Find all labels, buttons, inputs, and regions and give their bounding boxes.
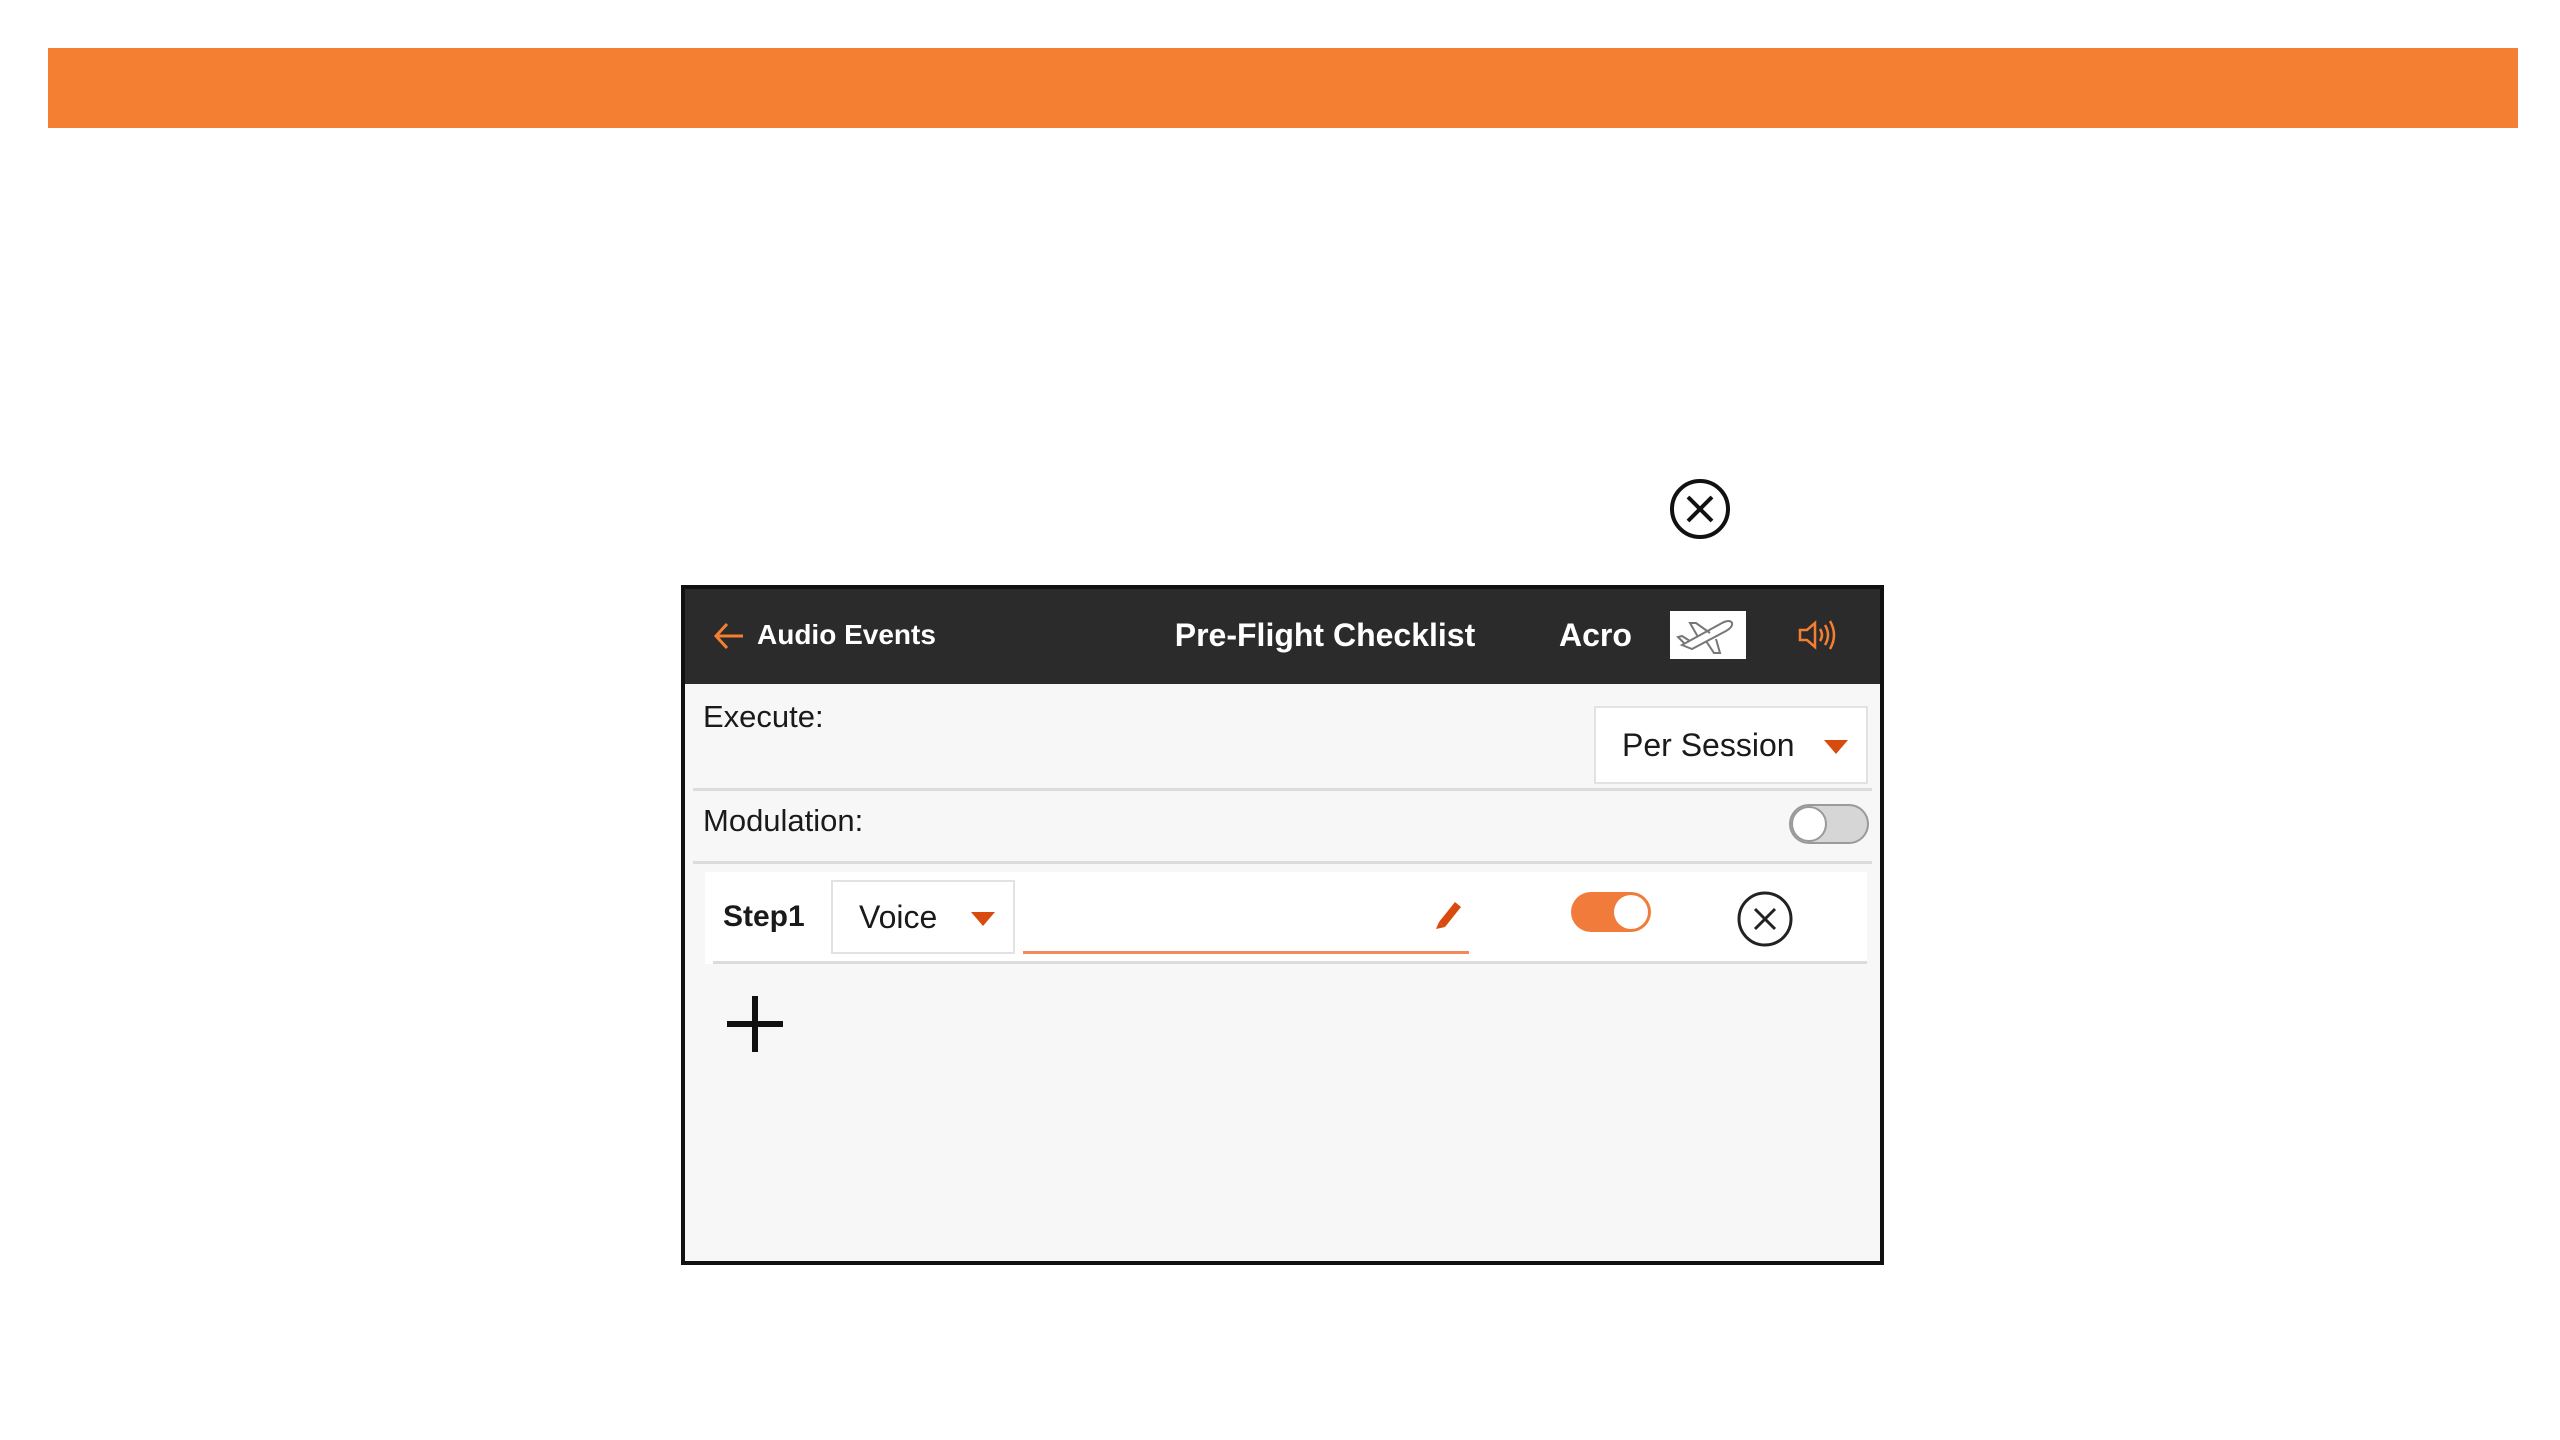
- title-bar: Audio Events Pre-Flight Checklist Acro: [685, 589, 1880, 684]
- speaker-icon[interactable]: [1797, 617, 1837, 653]
- airplane-icon[interactable]: [1670, 611, 1746, 659]
- modulation-label: Modulation:: [703, 803, 864, 838]
- execute-dropdown[interactable]: Per Session: [1594, 706, 1868, 784]
- step-type-value: Voice: [859, 899, 938, 935]
- execute-dropdown-value: Per Session: [1622, 727, 1795, 763]
- arrow-left-icon[interactable]: [713, 621, 745, 651]
- divider: [713, 961, 1867, 964]
- toggle-knob: [1614, 895, 1648, 929]
- divider: [693, 861, 1872, 864]
- caret-down-icon: [1824, 740, 1848, 754]
- top-banner: [48, 48, 2518, 128]
- model-name: Acro: [1559, 617, 1632, 653]
- page-title: Pre-Flight Checklist: [1174, 617, 1476, 653]
- step-text-input[interactable]: [1023, 882, 1469, 954]
- circle-x-icon[interactable]: [1668, 477, 1732, 541]
- content-area: Execute: Per Session Modulation: Step1 V…: [685, 684, 1880, 1261]
- modulation-toggle[interactable]: [1789, 804, 1869, 844]
- step-label: Step1: [723, 900, 805, 933]
- divider: [693, 788, 1872, 791]
- circle-x-icon[interactable]: [1736, 890, 1794, 948]
- back-button-label[interactable]: Audio Events: [757, 617, 936, 653]
- pencil-icon[interactable]: [1433, 896, 1465, 930]
- step-row: Step1 Voice: [705, 872, 1867, 964]
- execute-label: Execute:: [703, 699, 824, 734]
- step-type-dropdown[interactable]: Voice: [831, 880, 1015, 954]
- plus-icon[interactable]: [725, 994, 785, 1054]
- caret-down-icon: [971, 912, 995, 926]
- step-enable-toggle[interactable]: [1571, 892, 1651, 932]
- toggle-knob: [1791, 806, 1827, 842]
- device-screen: Audio Events Pre-Flight Checklist Acro E…: [681, 585, 1884, 1265]
